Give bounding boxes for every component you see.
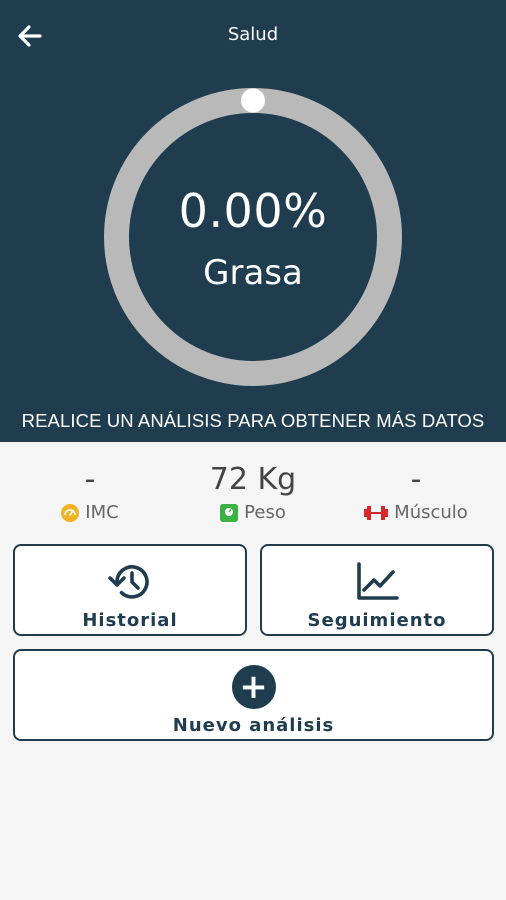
stats-row: - IMC 72 Kg Peso - Músculo <box>0 460 506 530</box>
imc-label: IMC <box>85 502 119 523</box>
header: Salud 0.00% Grasa REALICE UN ANÁLISIS PA… <box>0 0 506 442</box>
plus-icon: + <box>231 665 276 709</box>
body-fat-label: Grasa <box>203 253 303 293</box>
body-fat-readout: 0.00% Grasa <box>104 88 402 386</box>
scale-icon <box>220 503 239 522</box>
history-icon <box>108 565 149 599</box>
stat-imc: - IMC <box>6 460 174 523</box>
imc-value: - <box>84 462 96 497</box>
seguimiento-button[interactable]: Seguimiento <box>260 544 494 636</box>
nuevo-analisis-label: Nuevo análisis <box>172 715 335 736</box>
musculo-value: - <box>410 462 422 497</box>
body-fat-value: 0.00% <box>178 184 328 238</box>
dumbbell-icon <box>364 505 389 520</box>
musculo-label: Músculo <box>394 502 468 523</box>
nuevo-analisis-button[interactable]: + Nuevo análisis <box>13 649 494 741</box>
stat-peso: 72 Kg Peso <box>169 460 337 523</box>
peso-value: 72 Kg <box>209 462 297 497</box>
seguimiento-label: Seguimiento <box>307 610 447 631</box>
gauge-icon <box>61 503 80 522</box>
line-chart-icon <box>357 562 399 600</box>
page-title: Salud <box>227 24 279 45</box>
peso-label: Peso <box>244 502 286 523</box>
historial-button[interactable]: Historial <box>13 544 247 636</box>
historial-label: Historial <box>82 610 178 631</box>
analysis-prompt: REALICE UN ANÁLISIS PARA OBTENER MÁS DAT… <box>21 410 485 431</box>
stat-musculo: - Músculo <box>332 460 500 523</box>
